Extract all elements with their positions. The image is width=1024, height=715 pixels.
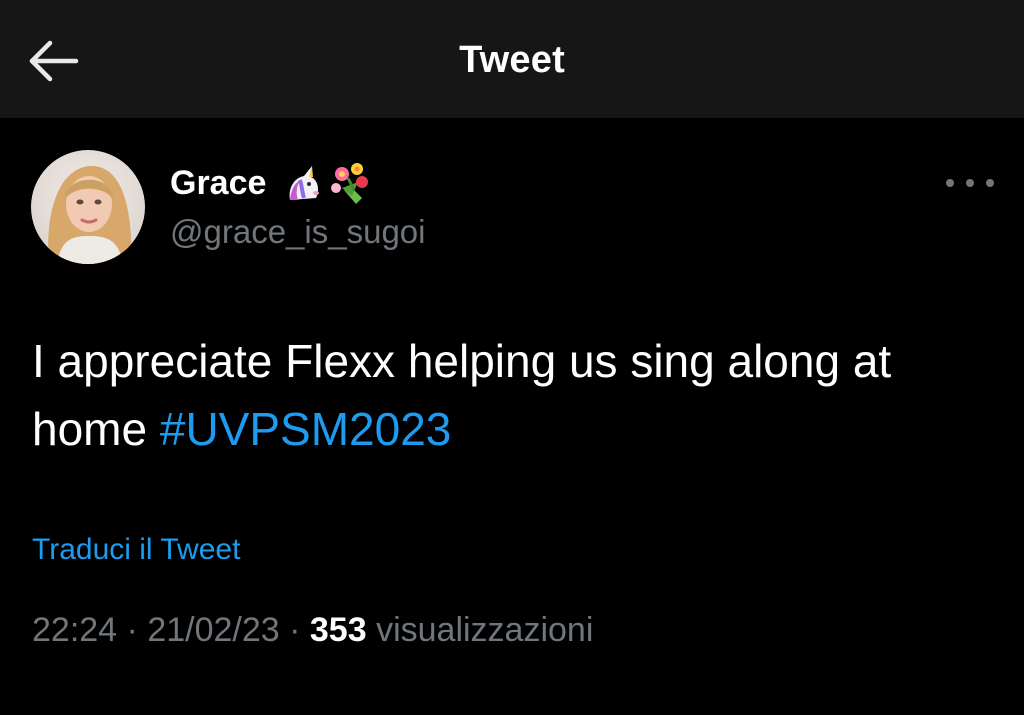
- views-count[interactable]: 353: [310, 611, 367, 649]
- author-display-name[interactable]: Grace: [170, 161, 266, 205]
- author-name-row[interactable]: Grace: [170, 158, 374, 208]
- author-handle[interactable]: @grace_is_sugoi: [170, 210, 425, 254]
- views-label[interactable]: visualizzazioni: [376, 611, 593, 649]
- unicorn-emoji-icon: [282, 162, 324, 204]
- tweet-date[interactable]: 21/02/23: [147, 611, 279, 649]
- more-horizontal-icon-dot: [986, 179, 994, 187]
- profile-avatar: [31, 150, 145, 264]
- tweet-time[interactable]: 22:24: [32, 611, 117, 649]
- tweet-body: I appreciate Flexx helping us sing along…: [32, 327, 992, 463]
- more-options-button[interactable]: [946, 168, 994, 198]
- bouquet-emoji-icon: [328, 160, 374, 206]
- meta-separator: ·: [117, 611, 148, 649]
- translate-tweet-link[interactable]: Traduci il Tweet: [32, 528, 240, 572]
- tweet-screen: Tweet Grace @grace_is_sugoi I appreciate…: [0, 0, 1024, 715]
- meta-separator: ·: [279, 611, 310, 649]
- more-horizontal-icon-dot: [966, 179, 974, 187]
- page-title: Tweet: [459, 39, 565, 81]
- top-navigation-bar: Tweet: [0, 0, 1024, 118]
- name-emojis: [282, 160, 374, 206]
- more-horizontal-icon-dot: [946, 179, 954, 187]
- avatar[interactable]: [31, 150, 145, 264]
- hashtag-link[interactable]: #UVPSM2023: [160, 403, 452, 455]
- tweet-meta: 22:24 · 21/02/23 · 353 visualizzazioni: [32, 606, 593, 654]
